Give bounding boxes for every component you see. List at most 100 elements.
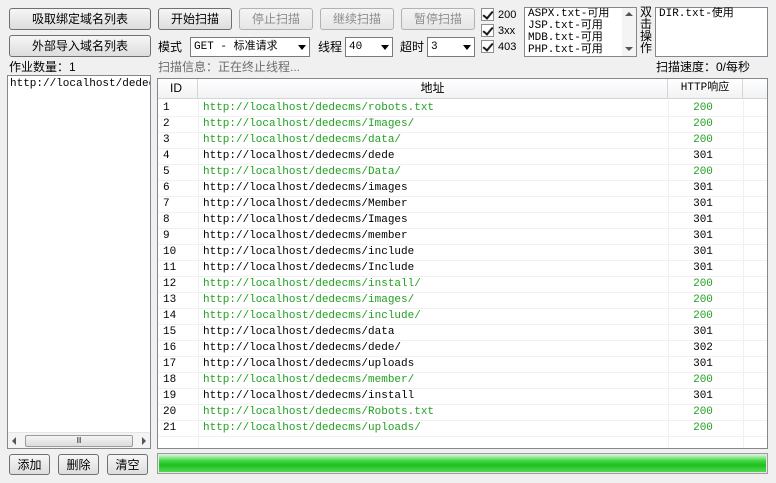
dictionary-item[interactable]: JSP.txt-可用 [528, 20, 609, 32]
table-row[interactable]: 20 http://localhost/dedecms/Robots.txt 200 [158, 404, 767, 421]
row-id: 6 [163, 182, 170, 194]
row-http-code: 200 [693, 102, 713, 114]
row-url: http://localhost/dedecms/uploads/ [203, 422, 421, 434]
timeout-select[interactable]: 3 [427, 37, 475, 57]
row-http-code: 301 [693, 230, 713, 242]
column-header-id[interactable]: ID [158, 79, 198, 99]
row-http-code: 200 [693, 134, 713, 146]
row-id: 1 [163, 102, 170, 114]
checkbox-403-label: 403 [498, 41, 517, 53]
table-row[interactable]: 11 http://localhost/dedecms/Include 301 [158, 260, 767, 277]
row-url: http://localhost/dedecms/Robots.txt [203, 406, 435, 418]
add-button[interactable]: 添加 [9, 454, 50, 475]
checkbox-3xx[interactable] [481, 24, 494, 37]
table-row[interactable]: 13 http://localhost/dedecms/images/200 [158, 292, 767, 309]
row-http-code: 301 [693, 358, 713, 370]
checkbox-3xx-label: 3xx [498, 25, 516, 37]
scroll-down-icon[interactable] [625, 47, 633, 51]
row-http-code: 301 [693, 214, 713, 226]
job-list-item[interactable]: http://localhost/dedecm [10, 78, 150, 90]
scroll-left-icon[interactable] [12, 437, 16, 445]
import-external-domains-button[interactable]: 外部导入域名列表 [9, 35, 151, 57]
table-row[interactable]: 9 http://localhost/dedecms/member 301 [158, 228, 767, 245]
fetch-bound-domains-button[interactable]: 吸取绑定域名列表 [9, 8, 151, 30]
row-url: http://localhost/dedecms/images [203, 182, 408, 194]
start-scan-button[interactable]: 开始扫描 [158, 8, 232, 30]
row-id: 4 [163, 150, 170, 162]
scroll-right-icon[interactable] [142, 437, 146, 445]
dir-dictionary-list[interactable]: DIR.txt-使用 [655, 7, 768, 57]
stop-scan-button[interactable]: 停止扫描 [239, 8, 313, 30]
row-url: http://localhost/dedecms/robots.txt [203, 102, 435, 114]
row-url: http://localhost/dedecms/member/ [203, 374, 415, 386]
resume-scan-button[interactable]: 继续扫描 [320, 8, 394, 30]
row-http-code: 301 [693, 246, 713, 258]
row-http-code: 301 [693, 198, 713, 210]
scan-info: 扫描信息：正在终止线程... [158, 60, 301, 74]
table-row[interactable]: 6 http://localhost/dedecms/images 301 [158, 180, 767, 197]
dictionary-vscrollbar[interactable] [622, 8, 636, 56]
row-http-code: 301 [693, 262, 713, 274]
row-id: 18 [163, 374, 177, 386]
row-url: http://localhost/dedecms/Data/ [203, 166, 402, 178]
dir-dictionary-item[interactable]: DIR.txt-使用 [659, 8, 734, 20]
clear-button[interactable]: 清空 [107, 454, 148, 475]
checkbox-200[interactable] [481, 8, 494, 21]
row-http-code: 301 [693, 390, 713, 402]
table-row[interactable]: 7 http://localhost/dedecms/Member 301 [158, 196, 767, 213]
scroll-thumb[interactable]: Ⅲ [25, 435, 133, 447]
results-table[interactable]: ID 地址 HTTP响应 1 http://localhost/dedecms/r… [157, 78, 768, 449]
checkbox-200-label: 200 [498, 9, 517, 21]
row-id: 19 [163, 390, 177, 402]
row-id: 20 [163, 406, 177, 418]
row-id: 2 [163, 118, 170, 130]
table-row[interactable]: 12 http://localhost/dedecms/install/200 [158, 276, 767, 293]
row-url: http://localhost/dedecms/Images [203, 214, 408, 226]
table-row[interactable]: 18 http://localhost/dedecms/member/200 [158, 372, 767, 389]
row-id: 17 [163, 358, 177, 370]
job-list[interactable]: http://localhost/dedecm Ⅲ [7, 75, 151, 449]
table-row[interactable]: 1 http://localhost/dedecms/robots.txt 200 [158, 100, 767, 117]
dictionary-list[interactable]: ASPX.txt-可用 JSP.txt-可用 MDB.txt-可用 PHP.tx… [524, 7, 637, 57]
row-id: 10 [163, 246, 177, 258]
scroll-up-icon[interactable] [625, 12, 633, 16]
dictionary-item[interactable]: ASPX.txt-可用 [528, 8, 609, 20]
row-http-code: 200 [693, 310, 713, 322]
table-row[interactable]: 10 http://localhost/dedecms/include 301 [158, 244, 767, 261]
table-row[interactable]: 16 http://localhost/dedecms/dede/302 [158, 340, 767, 357]
row-http-code: 301 [693, 182, 713, 194]
pause-scan-button[interactable]: 暂停扫描 [401, 8, 475, 30]
table-row[interactable]: 17 http://localhost/dedecms/uploads 301 [158, 356, 767, 373]
mode-label: 模式 [158, 40, 183, 54]
row-id: 3 [163, 134, 170, 146]
table-row[interactable]: 15 http://localhost/dedecms/data 301 [158, 324, 767, 341]
column-header-url[interactable]: 地址 [198, 79, 668, 99]
row-id: 21 [163, 422, 177, 434]
mode-select[interactable]: GET - 标准请求 [190, 37, 310, 57]
row-id: 13 [163, 294, 177, 306]
row-url: http://localhost/dedecms/Images/ [203, 118, 415, 130]
threads-select[interactable]: 40 [345, 37, 393, 57]
table-row[interactable]: 4 http://localhost/dedecms/dede 301 [158, 148, 767, 165]
delete-button[interactable]: 删除 [58, 454, 99, 475]
row-url: http://localhost/dedecms/uploads [203, 358, 415, 370]
column-header-http-code[interactable]: HTTP响应 [668, 79, 743, 99]
table-row[interactable]: 3 http://localhost/dedecms/data/200 [158, 132, 767, 149]
dictionary-item[interactable]: MDB.txt-可用 [528, 32, 609, 44]
checkbox-403[interactable] [481, 40, 494, 53]
scan-speed: 扫描速度：0/每秒 [655, 60, 750, 74]
table-row[interactable]: 5 http://localhost/dedecms/Data/200 [158, 164, 767, 181]
row-url: http://localhost/dedecms/dede/ [203, 342, 402, 354]
table-row[interactable]: 14 http://localhost/dedecms/include/200 [158, 308, 767, 325]
table-row[interactable]: 2 http://localhost/dedecms/Images/200 [158, 116, 767, 133]
column-header-filler [743, 79, 767, 99]
job-list-hscrollbar[interactable]: Ⅲ [8, 432, 150, 448]
dictionary-item[interactable]: PHP.txt-可用 [528, 44, 609, 56]
row-url: http://localhost/dedecms/include/ [203, 310, 421, 322]
table-row[interactable]: 21 http://localhost/dedecms/uploads/200 [158, 420, 767, 437]
row-http-code: 200 [693, 294, 713, 306]
table-row[interactable]: 19 http://localhost/dedecms/install 301 [158, 388, 767, 405]
row-http-code: 200 [693, 422, 713, 434]
table-row[interactable]: 8 http://localhost/dedecms/Images 301 [158, 212, 767, 229]
threads-label: 线程 [318, 40, 343, 54]
